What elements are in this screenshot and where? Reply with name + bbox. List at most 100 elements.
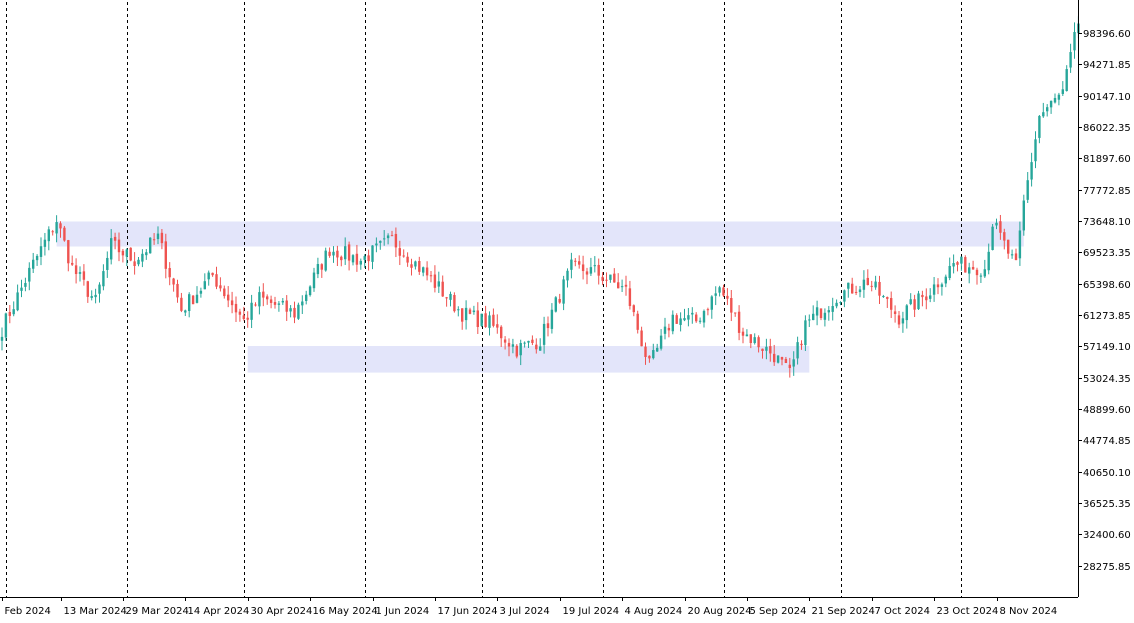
candle-body: [995, 222, 998, 226]
candle-body: [461, 308, 464, 322]
candle-body: [1038, 115, 1041, 138]
candle-body: [492, 314, 495, 326]
candle-body: [35, 255, 39, 261]
candle: [909, 293, 912, 306]
candle-body: [145, 252, 148, 256]
candle: [663, 317, 667, 340]
candle-body: [1053, 97, 1057, 103]
candle: [47, 226, 50, 251]
candle-body: [472, 310, 476, 313]
candle: [620, 279, 624, 293]
candle-body: [277, 303, 281, 305]
candle: [20, 279, 23, 298]
candle: [515, 344, 518, 359]
candle: [4, 312, 8, 341]
candle: [425, 261, 429, 281]
candle: [667, 323, 671, 338]
candle: [718, 285, 721, 297]
candle-body: [402, 255, 405, 257]
candle-body: [133, 261, 136, 267]
candle-body: [975, 269, 979, 276]
candle: [149, 237, 152, 254]
candle-body: [355, 253, 359, 265]
candle-body: [117, 239, 121, 253]
candle-body: [379, 240, 382, 243]
candle: [1038, 114, 1041, 144]
candle-body: [702, 310, 706, 323]
candle-body: [722, 287, 725, 296]
candle: [550, 303, 554, 334]
candle-body: [305, 294, 308, 301]
candle-body: [82, 271, 86, 280]
candle: [831, 297, 834, 321]
candle-body: [734, 312, 737, 314]
candle-body: [613, 273, 616, 283]
x-tick-label: Feb 2024: [5, 606, 51, 617]
candle: [613, 268, 616, 283]
candle-body: [585, 271, 589, 275]
candle-body: [656, 347, 659, 352]
candle: [332, 246, 335, 263]
candle: [589, 257, 593, 276]
candle: [180, 292, 183, 313]
candle: [1053, 93, 1057, 104]
y-tick-label: 44774.85: [1083, 436, 1131, 447]
candle: [336, 245, 339, 267]
candle-body: [913, 299, 916, 310]
candle: [741, 327, 745, 344]
candle: [238, 308, 242, 322]
candle: [203, 273, 206, 290]
candle: [461, 308, 464, 330]
price-chart[interactable]: 98396.60 94271.85 90147.10 86022.35 81897.60…: [0, 0, 1134, 619]
candle-body: [574, 260, 577, 262]
candle: [753, 333, 756, 345]
candle: [305, 290, 308, 305]
candlestick-chart[interactable]: 98396.60 94271.85 90147.10 86022.35 81897.60…: [0, 0, 1134, 619]
candle-body: [745, 334, 749, 337]
candle: [269, 295, 273, 309]
y-tick-label: 77772.85: [1083, 186, 1131, 197]
candle: [968, 262, 971, 284]
y-tick-label: 48899.60: [1083, 405, 1131, 416]
candle: [679, 312, 682, 332]
candle-body: [106, 257, 109, 270]
candle: [1061, 81, 1064, 96]
candle-body: [1018, 230, 1022, 259]
candle-body: [698, 320, 702, 322]
y-tick-label: 90147.10: [1083, 92, 1131, 103]
candle: [886, 296, 889, 308]
candle-body: [28, 267, 31, 282]
y-tick-label: 98396.60: [1083, 29, 1131, 40]
candle-body: [484, 313, 487, 328]
candle: [468, 307, 472, 315]
candle: [437, 271, 440, 293]
candle-body: [20, 287, 23, 291]
candle: [351, 254, 355, 266]
candle-body: [0, 336, 4, 341]
candle: [714, 286, 717, 306]
candle-body: [593, 265, 596, 267]
candle-body: [632, 305, 635, 313]
candle-body: [43, 239, 47, 247]
candle-body: [983, 269, 986, 277]
candle-body: [74, 265, 78, 275]
candle-body: [940, 284, 944, 287]
candle-body: [726, 295, 729, 299]
candle: [851, 277, 854, 294]
candle: [570, 252, 573, 279]
candle-body: [831, 306, 834, 312]
candle: [82, 264, 86, 286]
candle-body: [956, 262, 959, 265]
candle-body: [199, 290, 203, 294]
candle: [316, 257, 320, 279]
candle: [948, 257, 951, 281]
candle-body: [347, 244, 351, 261]
candle-body: [671, 314, 674, 332]
candle: [71, 255, 74, 266]
candle-body: [827, 310, 830, 313]
candle-body: [98, 284, 101, 294]
candle: [964, 255, 967, 273]
y-tick-label: 53024.35: [1083, 374, 1131, 385]
candle: [246, 311, 249, 328]
candle: [8, 305, 11, 324]
